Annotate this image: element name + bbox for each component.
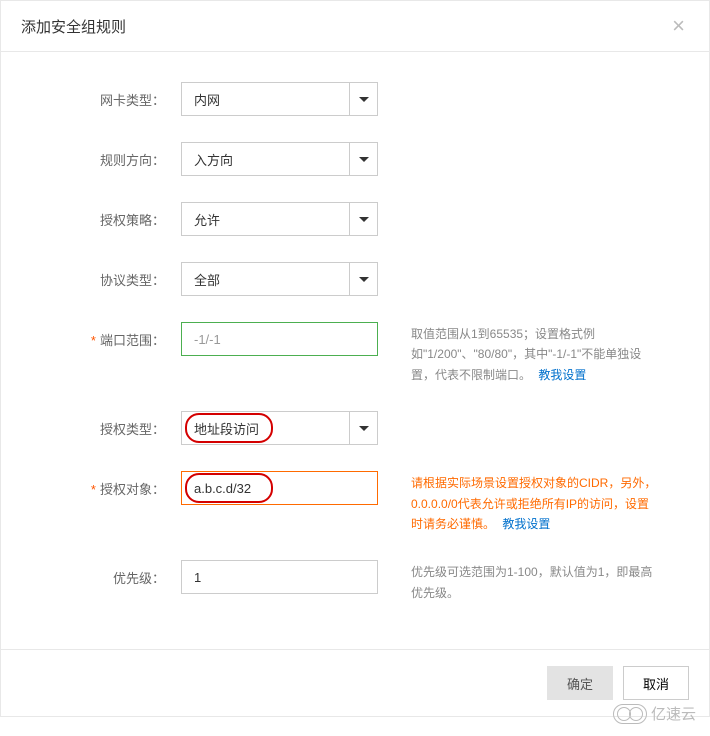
auth-object-help-link[interactable]: 教我设置 — [502, 517, 550, 531]
chevron-down-icon — [349, 412, 377, 444]
close-button[interactable]: × — [668, 15, 689, 37]
priority-help: 优先级可选范围为1-100，默认值为1，即最高优先级。 — [381, 560, 661, 603]
row-auth-type: 授权类型： 地址段访问 — [1, 411, 709, 445]
select-policy[interactable]: 允许 — [181, 202, 378, 236]
security-rule-modal: 添加安全组规则 × 网卡类型： 内网 规则方向： 入方向 — [0, 0, 710, 717]
ok-button[interactable]: 确定 — [547, 666, 613, 700]
auth-object-input[interactable] — [181, 471, 378, 505]
row-auth-object: *授权对象： 请根据实际场景设置授权对象的CIDR，另外，0.0.0.0/0代表… — [1, 471, 709, 534]
policy-value: 允许 — [194, 210, 220, 229]
select-direction[interactable]: 入方向 — [181, 142, 378, 176]
modal-footer: 确定 取消 — [1, 649, 709, 716]
watermark-text: 亿速云 — [651, 703, 696, 724]
label-nic-type: 网卡类型： — [21, 82, 181, 109]
port-help-link[interactable]: 教我设置 — [538, 368, 586, 382]
protocol-value: 全部 — [194, 270, 220, 289]
watermark: 亿速云 — [613, 703, 696, 724]
chevron-down-icon — [349, 143, 377, 175]
row-protocol: 协议类型： 全部 — [1, 262, 709, 296]
port-input[interactable] — [181, 322, 378, 356]
label-port: *端口范围： — [21, 322, 181, 349]
modal-body: 网卡类型： 内网 规则方向： 入方向 授权策略： 允许 — [1, 52, 709, 649]
select-protocol[interactable]: 全部 — [181, 262, 378, 296]
required-marker: * — [91, 333, 96, 348]
row-priority: 优先级： 优先级可选范围为1-100，默认值为1，即最高优先级。 — [1, 560, 709, 603]
row-nic-type: 网卡类型： 内网 — [1, 82, 709, 116]
priority-input[interactable] — [181, 560, 378, 594]
chevron-down-icon — [349, 263, 377, 295]
row-policy: 授权策略： 允许 — [1, 202, 709, 236]
label-direction: 规则方向： — [21, 142, 181, 169]
auth-type-value: 地址段访问 — [194, 419, 259, 438]
required-marker: * — [91, 482, 96, 497]
port-help: 取值范围从1到65535；设置格式例如"1/200"、"80/80"，其中"-1… — [381, 322, 661, 385]
label-protocol: 协议类型： — [21, 262, 181, 289]
chevron-down-icon — [349, 203, 377, 235]
cancel-button[interactable]: 取消 — [623, 666, 689, 700]
close-icon: × — [672, 13, 685, 38]
label-priority: 优先级： — [21, 560, 181, 587]
nic-type-value: 内网 — [194, 90, 220, 109]
label-auth-type: 授权类型： — [21, 411, 181, 438]
select-auth-type[interactable]: 地址段访问 — [181, 411, 378, 445]
label-auth-object: *授权对象： — [21, 471, 181, 498]
auth-object-help: 请根据实际场景设置授权对象的CIDR，另外，0.0.0.0/0代表允许或拒绝所有… — [381, 471, 661, 534]
modal-header: 添加安全组规则 × — [1, 1, 709, 52]
row-direction: 规则方向： 入方向 — [1, 142, 709, 176]
direction-value: 入方向 — [194, 150, 233, 169]
cloud-icon — [613, 704, 647, 724]
modal-title: 添加安全组规则 — [21, 16, 126, 37]
select-nic-type[interactable]: 内网 — [181, 82, 378, 116]
label-policy: 授权策略： — [21, 202, 181, 229]
row-port: *端口范围： 取值范围从1到65535；设置格式例如"1/200"、"80/80… — [1, 322, 709, 385]
chevron-down-icon — [349, 83, 377, 115]
